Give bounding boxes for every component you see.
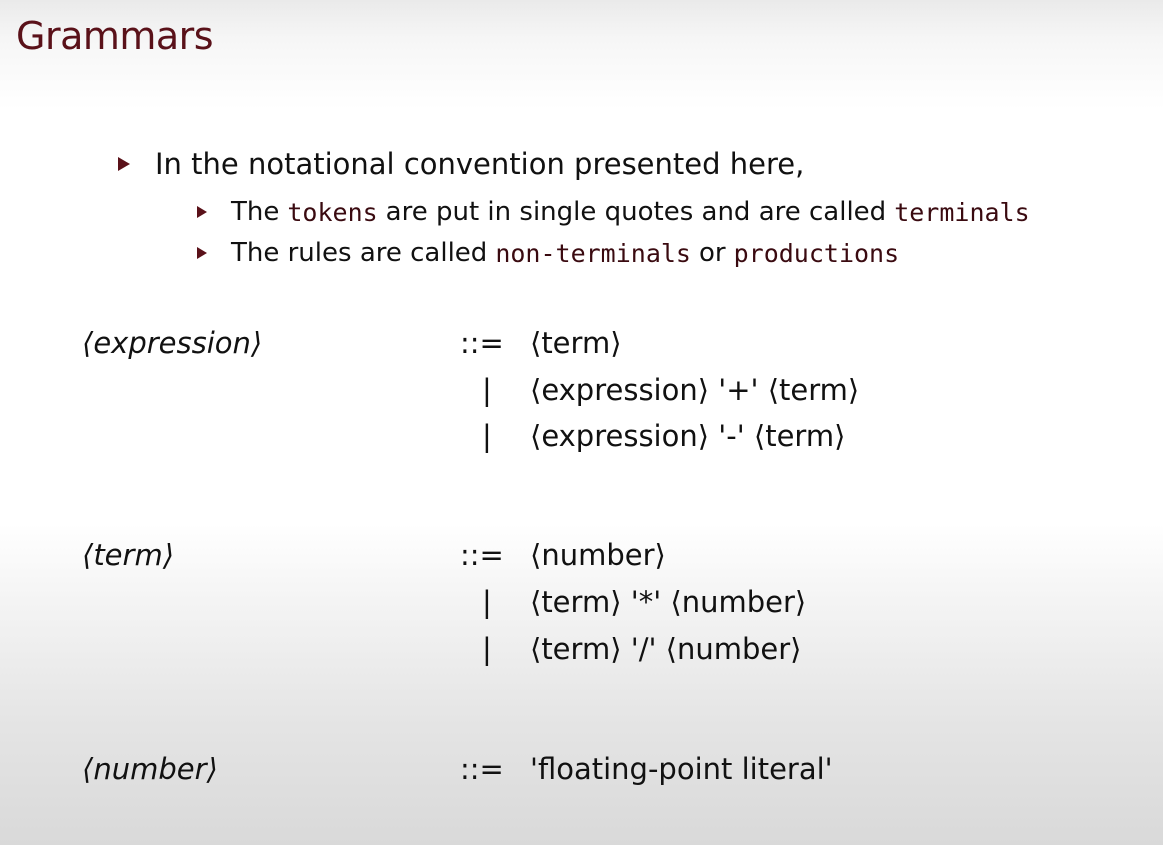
rule-alternative: ⟨term⟩ '/' ⟨number⟩ (530, 632, 802, 666)
alternative-separator: | (482, 632, 492, 666)
rule-name-expression: ⟨expression⟩ (82, 326, 263, 360)
keyword-tokens: tokens (287, 197, 378, 227)
bullet-main: In the notational convention presented h… (118, 147, 804, 181)
bullet-sub-tokens: The tokens are put in single quotes and … (197, 197, 1030, 227)
rule-alternative: ⟨number⟩ (530, 538, 666, 572)
rule-name-number: ⟨number⟩ (82, 752, 218, 786)
rule-define-operator: ::= (460, 538, 504, 572)
bullet-triangle-icon (118, 157, 130, 171)
alternative-separator: | (482, 373, 492, 407)
bullet-text: The (231, 197, 280, 227)
bullet-text: are put in single quotes and are called (385, 197, 887, 227)
rule-alternative: ⟨expression⟩ '-' ⟨term⟩ (530, 419, 846, 453)
rule-define-operator: ::= (460, 752, 504, 786)
keyword-terminals: terminals (894, 197, 1030, 227)
slide-title: Grammars (16, 14, 214, 58)
bullet-main-text: In the notational convention presented h… (155, 147, 805, 181)
keyword-productions: productions (733, 238, 900, 268)
bullet-text: or (698, 238, 726, 268)
keyword-non-terminals: non-terminals (495, 238, 691, 268)
rule-name-term: ⟨term⟩ (82, 538, 175, 572)
rule-define-operator: ::= (460, 326, 504, 360)
rule-alternative: ⟨expression⟩ '+' ⟨term⟩ (530, 373, 860, 407)
rule-alternative: ⟨term⟩ '*' ⟨number⟩ (530, 585, 807, 619)
rule-alternative: ⟨term⟩ (530, 326, 622, 360)
bullet-triangle-icon (197, 206, 207, 218)
bullet-sub-rules: The rules are called non-terminals or pr… (197, 238, 899, 268)
bullet-triangle-icon (197, 247, 207, 259)
alternative-separator: | (482, 585, 492, 619)
bullet-text: The rules are called (231, 238, 488, 268)
alternative-separator: | (482, 419, 492, 453)
rule-alternative: 'floating-point literal' (530, 752, 833, 786)
